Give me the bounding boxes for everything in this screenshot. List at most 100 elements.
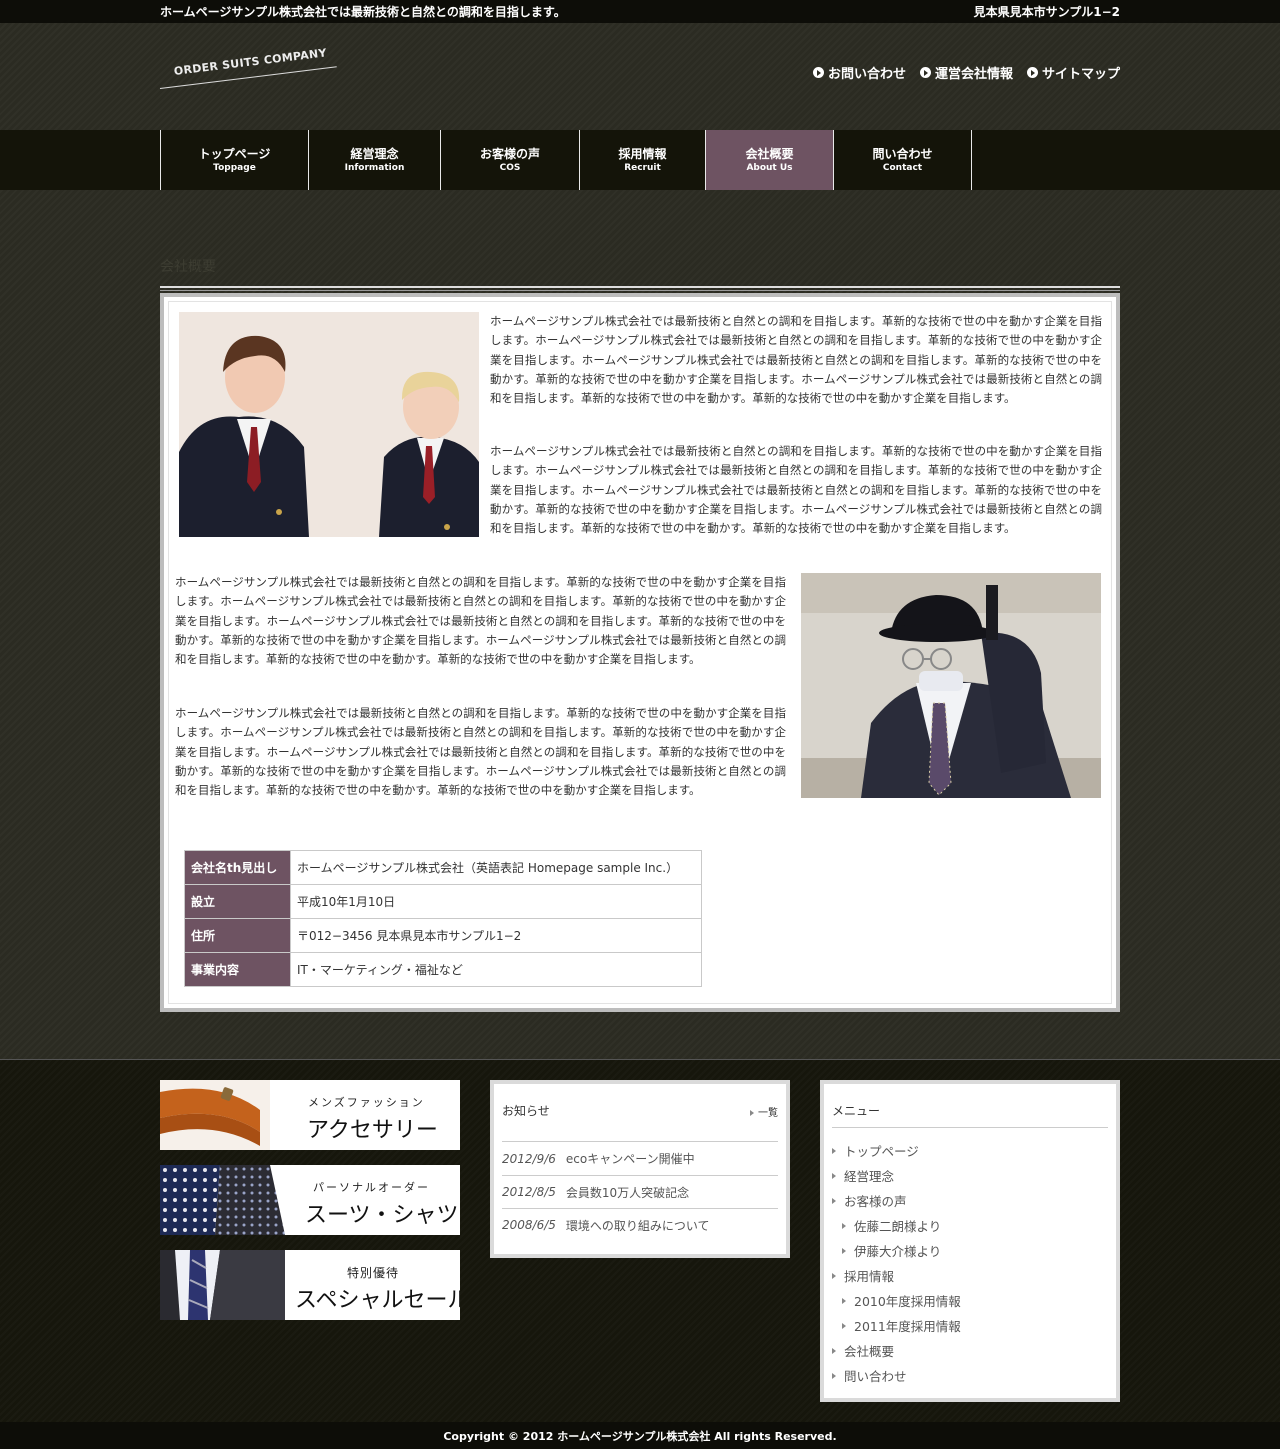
arrow-icon: [842, 1297, 846, 1304]
menu-item-contact[interactable]: 問い合わせ: [832, 1363, 1108, 1388]
menu-item-label: 佐藤二朗様より: [854, 1219, 942, 1234]
body-paragraph-2: ホームページサンプル株式会社では最新技術と自然との調和を目指します。革新的な技術…: [175, 706, 786, 798]
news-date: 2008/6/5: [502, 1218, 556, 1232]
menu-item-label: 伊藤大介様より: [854, 1244, 942, 1259]
belt-image: [160, 1080, 270, 1150]
header-link-contact[interactable]: お問い合わせ: [812, 63, 906, 82]
copyright-text: Copyright © 2012 ホームページサンプル株式会社 All righ…: [443, 1429, 837, 1443]
news-title: お知らせ: [502, 1104, 550, 1118]
arrow-icon: [842, 1322, 846, 1329]
menu-title: メニュー: [832, 1102, 1108, 1128]
nav-label: トップページ: [198, 146, 271, 161]
arrow-icon: [832, 1172, 836, 1179]
global-nav: トップページ Toppage 経営理念 Information お客様の声 CO…: [0, 130, 1280, 190]
banner-subtitle: 特別優待: [347, 1266, 400, 1280]
news-widget: お知らせ 一覧 2012/9/6 ecoキャンペーン開催中 2012/8/5 会…: [490, 1080, 790, 1258]
header: ORDER SUITS COMPANY お問い合わせ 運営会社情報 サイトマップ: [0, 23, 1280, 130]
arrow-icon: [832, 1347, 836, 1354]
nav-label: お客様の声: [479, 146, 540, 161]
header-link-company-info[interactable]: 運営会社情報: [919, 63, 1013, 82]
header-link-label: サイトマップ: [1041, 67, 1120, 82]
arrow-icon: [832, 1147, 836, 1154]
arrow-icon: [832, 1272, 836, 1279]
kids-photo-illustration: [179, 312, 479, 537]
menu-item-label: トップページ: [844, 1144, 919, 1159]
content-inner: ホームページサンプル株式会社では最新技術と自然との調和を目指します。革新的な技術…: [168, 301, 1112, 1004]
body-paragraph-1: ホームページサンプル株式会社では最新技術と自然との調和を目指します。革新的な技術…: [175, 575, 786, 667]
menu-item-label: 採用情報: [844, 1269, 895, 1284]
menu-item-about[interactable]: 会社概要: [832, 1338, 1108, 1363]
table-cell: 平成10年1月10日: [290, 884, 702, 919]
nav-item-recruit[interactable]: 採用情報 Recruit: [580, 130, 706, 190]
nav-label: 問い合わせ: [872, 146, 933, 161]
table-header-cell: 設立: [184, 884, 291, 919]
menu-item-label: 2010年度採用情報: [854, 1294, 961, 1309]
header-link-sitemap[interactable]: サイトマップ: [1026, 63, 1120, 82]
nav-item-contact[interactable]: 問い合わせ Contact: [834, 130, 972, 190]
news-item[interactable]: 2012/9/6 ecoキャンペーン開催中: [502, 1142, 778, 1175]
nav-item-voice[interactable]: お客様の声 COS: [441, 130, 580, 190]
menu-item-philosophy[interactable]: 経営理念: [832, 1163, 1108, 1188]
nav-item-toppage[interactable]: トップページ Toppage: [161, 130, 309, 190]
menu-subitem-ito[interactable]: 伊藤大介様より: [832, 1238, 1108, 1263]
site-logo[interactable]: ORDER SUITS COMPANY: [159, 46, 340, 93]
ties-pattern-image: [160, 1165, 285, 1235]
circle-arrow-icon: [919, 67, 931, 78]
menu-subitem-recruit-2011[interactable]: 2011年度採用情報: [832, 1313, 1108, 1338]
menu-item-label: 会社概要: [844, 1344, 895, 1359]
news-text: 会員数10万人突破記念: [565, 1185, 690, 1200]
menu-item-voice[interactable]: お客様の声: [832, 1188, 1108, 1213]
menu-subitem-sato[interactable]: 佐藤二朗様より: [832, 1213, 1108, 1238]
nav-label: 会社概要: [745, 146, 794, 161]
company-info-table: 会社名th見出し ホームページサンプル株式会社（英語表記 Homepage sa…: [184, 850, 702, 987]
banner-subtitle: メンズファッション: [308, 1096, 425, 1109]
news-date: 2012/9/6: [502, 1151, 556, 1166]
main-content: 会社概要 ホームページサンプル株式会社では最新技術と自然との調和を目指します。革…: [160, 256, 1120, 1012]
banner-subtitle: パーソナルオーダー: [313, 1181, 430, 1194]
menu-subitem-recruit-2010[interactable]: 2010年度採用情報: [832, 1288, 1108, 1313]
banner-title: アクセサリー: [307, 1118, 438, 1143]
nav-sublabel: Contact: [882, 162, 923, 173]
news-text: 環境への取り組みについて: [565, 1218, 710, 1233]
arrow-icon: [750, 1110, 754, 1116]
menu-item-label: 2011年度採用情報: [854, 1319, 961, 1334]
nav-label: 採用情報: [618, 146, 667, 161]
menu-item-recruit[interactable]: 採用情報: [832, 1263, 1108, 1288]
header-link-label: 運営会社情報: [934, 67, 1013, 82]
nav-sublabel: Toppage: [213, 162, 256, 173]
menu-item-toppage[interactable]: トップページ: [832, 1138, 1108, 1163]
header-address: 見本県見本市サンプル1−2: [973, 5, 1120, 19]
header-links: お問い合わせ 運営会社情報 サイトマップ: [812, 63, 1120, 82]
header-link-label: お問い合わせ: [827, 67, 906, 82]
table-row: 事業内容 IT・マーケティング・福祉など: [184, 952, 702, 987]
banner-suits-shirts[interactable]: パーソナルオーダー スーツ・シャツ: [160, 1165, 460, 1235]
nav-label: 経営理念: [350, 146, 399, 161]
table-header-cell: 住所: [184, 918, 291, 953]
copyright-bar: Copyright © 2012 ホームページサンプル株式会社 All righ…: [0, 1422, 1280, 1449]
banner-special-sale[interactable]: 特別優待 スペシャルセール: [160, 1250, 460, 1320]
nav-item-about-us[interactable]: 会社概要 About Us: [706, 130, 834, 190]
mannequin-photo-illustration: [801, 573, 1101, 798]
heading-divider: [160, 286, 1120, 291]
nav-sublabel: Recruit: [624, 162, 661, 173]
news-item[interactable]: 2012/8/5 会員数10万人突破記念: [502, 1175, 778, 1208]
table-header-cell: 会社名th見出し: [184, 850, 291, 885]
nav-sublabel: Information: [344, 162, 405, 173]
nav-sublabel: About Us: [746, 162, 793, 173]
news-item[interactable]: 2008/6/5 環境への取り組みについて: [502, 1208, 778, 1241]
table-cell: 〒012−3456 見本県見本市サンプル1−2: [290, 918, 702, 953]
menu-widget: メニュー トップページ 経営理念 お客様の声 佐藤二朗様より 伊藤大介様より 採…: [820, 1080, 1120, 1402]
news-list-link[interactable]: 一覧: [750, 1104, 778, 1119]
arrow-icon: [832, 1197, 836, 1204]
banner-title: スーツ・シャツ: [305, 1203, 459, 1228]
news-date: 2012/8/5: [502, 1185, 556, 1199]
banner-accessories[interactable]: メンズファッション アクセサリー: [160, 1080, 460, 1150]
logo-text: ORDER SUITS COMPANY: [173, 46, 328, 78]
intro-paragraph-1: ホームページサンプル株式会社では最新技術と自然との調和を目指します。革新的な技術…: [490, 314, 1102, 406]
table-row: 設立 平成10年1月10日: [184, 884, 702, 919]
table-cell: ホームページサンプル株式会社（英語表記 Homepage sample Inc.…: [290, 850, 702, 885]
nav-sublabel: COS: [499, 162, 521, 173]
mannequin-suit-photo: [801, 573, 1101, 798]
nav-item-information[interactable]: 経営理念 Information: [309, 130, 441, 190]
news-text: ecoキャンペーン開催中: [565, 1152, 695, 1166]
